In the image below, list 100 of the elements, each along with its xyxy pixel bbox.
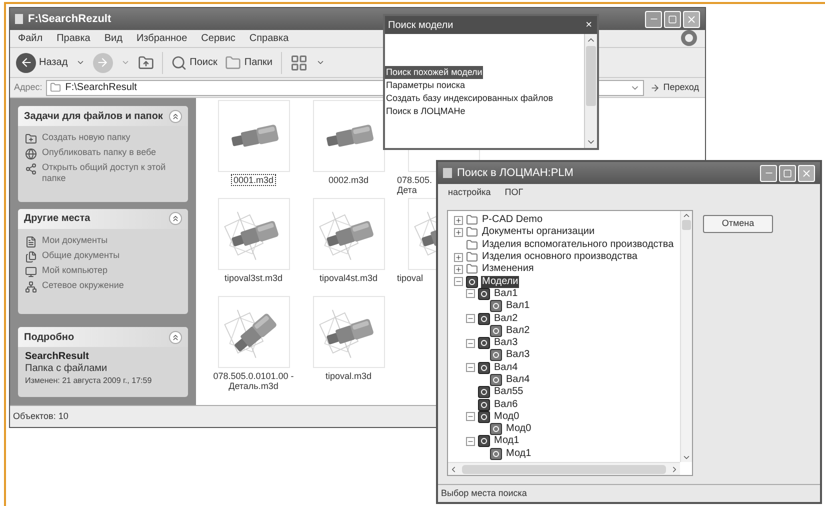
tree-item[interactable]: Вал2 (505, 324, 531, 337)
expand-toggle[interactable] (454, 216, 463, 225)
tree-item[interactable]: Мод0 (505, 423, 532, 436)
menu-item[interactable]: ПОГ (504, 186, 524, 200)
collapse-toggle[interactable] (454, 277, 463, 286)
menu-item[interactable]: Сервис (201, 31, 236, 46)
file-name[interactable]: tipoval4st.m3d (318, 272, 379, 284)
folder-up-icon[interactable] (138, 54, 154, 70)
caret-icon[interactable] (316, 58, 324, 67)
collapse-toggle[interactable] (466, 363, 475, 372)
model-icon (478, 386, 490, 398)
file-name[interactable]: tipoval (396, 272, 424, 284)
tree-item[interactable]: Вал4 (505, 374, 531, 386)
folder-icon (466, 214, 478, 226)
folder-plus-icon (25, 133, 37, 145)
tree-item[interactable]: Вал3 (493, 337, 519, 350)
documents-icon (25, 250, 37, 263)
file-name[interactable]: 078.505. Дета (396, 174, 434, 196)
tree-item[interactable]: Мод1 (493, 435, 520, 448)
task-link[interactable]: Опубликовать папку в вебе (42, 147, 156, 158)
file-name[interactable]: tipoval3st.m3d (223, 272, 284, 284)
part-icon (490, 374, 502, 386)
menu-item[interactable]: Поиск в ЛОЦМАНе (385, 105, 466, 118)
minimize-button[interactable] (760, 164, 777, 182)
collapse-toggle[interactable] (466, 289, 475, 298)
scrollbar[interactable] (680, 211, 692, 462)
collapse-toggle[interactable] (466, 412, 475, 422)
maximize-button[interactable] (664, 10, 681, 28)
back-button[interactable]: Назад (16, 52, 68, 72)
collapse-button[interactable] (169, 110, 182, 122)
model-icon (478, 435, 490, 448)
file-name[interactable]: 0002.m3d (327, 174, 370, 186)
tree-item[interactable]: Вал4 (493, 362, 519, 374)
menu-item[interactable]: Вид (104, 31, 122, 46)
go-button[interactable]: Переход (648, 80, 701, 94)
menu-item[interactable]: Параметры поиска (385, 79, 466, 92)
task-link[interactable]: Мои документы (42, 234, 108, 246)
scroll-up-icon[interactable] (682, 211, 691, 220)
task-link[interactable]: Открыть общий доступ к этой папке (42, 162, 181, 184)
tree-item[interactable]: Вал6 (493, 398, 519, 411)
close-button[interactable] (683, 10, 700, 28)
scroll-thumb[interactable] (462, 464, 666, 474)
scroll-thumb[interactable] (682, 220, 691, 230)
close-button[interactable]: × (584, 20, 594, 30)
scroll-down-icon[interactable] (682, 453, 691, 462)
collapse-toggle[interactable] (466, 338, 475, 348)
double-chevron-icon (171, 214, 180, 224)
caret-icon[interactable] (76, 58, 85, 67)
tree-item[interactable]: Изменения (481, 263, 535, 276)
tree-item[interactable]: Вал2 (493, 312, 519, 325)
window-title: F:\SearchRezult (28, 12, 112, 27)
search-button[interactable]: Поиск (170, 54, 218, 70)
scrollbar[interactable] (584, 34, 597, 148)
tree-item[interactable]: Мод0 (493, 410, 520, 423)
scroll-right-icon[interactable] (670, 464, 679, 474)
tree-item[interactable]: P-CAD Demo (481, 214, 544, 226)
maximize-icon (783, 168, 792, 178)
close-button[interactable] (798, 164, 815, 182)
tree-item[interactable]: Вал1 (493, 288, 519, 300)
folders-button[interactable]: Папки (225, 54, 272, 70)
collapse-toggle[interactable] (466, 436, 475, 446)
tree-item[interactable]: Модели (481, 276, 520, 288)
maximize-button[interactable] (779, 164, 796, 182)
scroll-thumb[interactable] (586, 46, 596, 106)
scroll-left-icon[interactable] (449, 464, 458, 474)
tree-item[interactable]: Изделия вспомогательного производства (481, 238, 675, 251)
menu-item[interactable]: Файл (18, 31, 43, 46)
menu-item[interactable]: Справка (249, 31, 289, 46)
file-name[interactable]: 0001.m3d (231, 174, 276, 186)
task-link[interactable]: Создать новую папку (42, 132, 130, 143)
model-icon (478, 337, 490, 350)
tree-item[interactable]: Документы организации (481, 226, 596, 238)
collapse-button[interactable] (169, 330, 182, 344)
collapse-toggle[interactable] (466, 314, 475, 324)
menu-item[interactable]: Избранное (136, 31, 188, 46)
monitor-icon (25, 266, 37, 278)
file-name[interactable]: tipoval.m3d (324, 370, 373, 382)
scrollbar[interactable] (448, 462, 680, 475)
file-name[interactable]: 078.505.0.0101.00 - Деталь.m3d (212, 370, 295, 392)
menu-item[interactable]: Поиск похожей модели (385, 66, 484, 79)
expand-toggle[interactable] (454, 252, 463, 262)
expand-toggle[interactable] (454, 264, 463, 274)
cancel-button[interactable]: Отмена (703, 215, 773, 233)
tree-item[interactable]: Мод1 (505, 448, 532, 460)
arrow-right-icon (96, 56, 110, 69)
task-link[interactable]: Сетевое окружение (42, 280, 124, 291)
menu-item[interactable]: настройка (448, 186, 491, 200)
tree-item[interactable]: Изделия основного производства (481, 251, 638, 264)
tree-item[interactable]: Вал3 (505, 349, 531, 362)
tree-item[interactable]: Вал1 (505, 300, 531, 312)
tree-item[interactable]: Вал55 (493, 386, 524, 398)
expand-toggle[interactable] (454, 228, 463, 237)
double-chevron-icon (171, 112, 180, 120)
menu-item[interactable]: Правка (56, 31, 90, 46)
task-link[interactable]: Общие документы (42, 250, 120, 261)
part-icon (490, 423, 502, 436)
collapse-button[interactable] (169, 212, 182, 226)
task-link[interactable]: Мой компьютер (42, 264, 108, 276)
minimize-button[interactable] (645, 10, 662, 28)
views-icon[interactable] (290, 54, 308, 72)
